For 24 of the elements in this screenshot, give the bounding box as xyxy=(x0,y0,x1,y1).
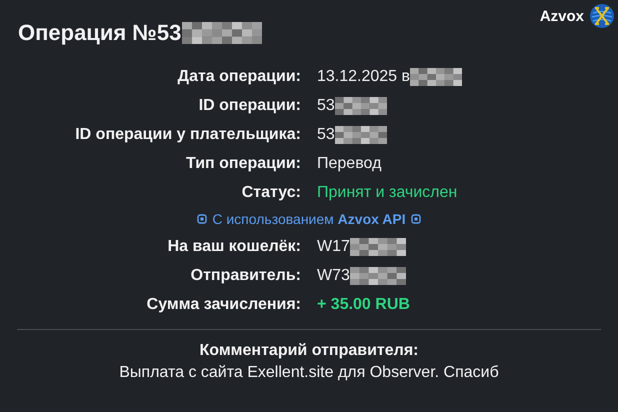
chip-icon xyxy=(196,213,208,225)
field-value: 53 xyxy=(317,125,335,145)
field-label: Сумма зачисления: xyxy=(146,295,301,315)
brand-name: Azvox xyxy=(540,8,584,24)
field-value: W17 xyxy=(317,237,350,257)
api-note: С использованием Azvox API xyxy=(212,211,406,227)
field-value: Принят и зачислен xyxy=(317,183,458,203)
field-value: W73 xyxy=(317,266,350,286)
field-label: Тип операции: xyxy=(185,154,301,174)
field-label: Дата операции: xyxy=(176,67,301,87)
field-value: 53 xyxy=(317,96,335,116)
chip-icon xyxy=(410,213,422,225)
field-label: Отправитель: xyxy=(190,266,301,286)
operation-title: Операция №53 xyxy=(18,20,182,46)
field-label: На ваш кошелёк: xyxy=(166,237,301,257)
field-label: ID операции у плательщика: xyxy=(74,125,301,145)
comment-title: Комментарий отправителя: xyxy=(200,342,418,360)
field-value: Перевод xyxy=(317,154,382,174)
field-label: ID операции: xyxy=(198,96,301,116)
field-value: 13.12.2025 в xyxy=(317,67,410,87)
field-label: Статус: xyxy=(240,183,301,203)
logo-icon xyxy=(590,4,614,28)
comment-text: Выплата с сайта Exellent.site для Observer. Спасиб xyxy=(119,364,499,382)
field-value: + 35.00 RUB xyxy=(317,295,410,315)
